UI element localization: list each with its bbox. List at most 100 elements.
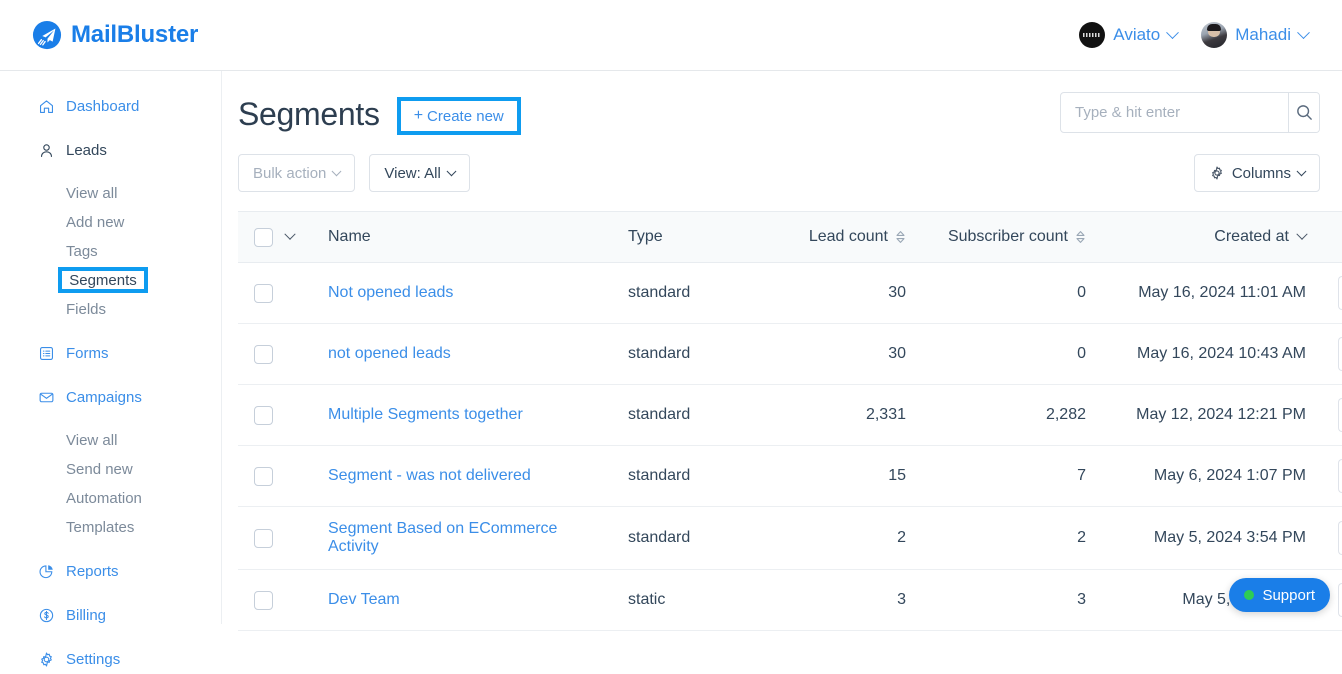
column-header-lead-count[interactable]: Lead count <box>772 212 922 263</box>
sidebar-item-segments[interactable]: Segments <box>58 267 148 293</box>
sidebar-item-billing[interactable]: Billing <box>0 600 221 630</box>
sidebar-subitem-label: Add new <box>66 214 124 231</box>
table-row[interactable]: Multiple Segments together standard 2,33… <box>238 385 1342 446</box>
sidebar-item-leads-add-new[interactable]: Add new <box>0 208 221 237</box>
user-menu-mahadi[interactable]: Mahadi <box>1201 22 1308 48</box>
sidebar-item-reports[interactable]: Reports <box>0 556 221 586</box>
row-type-cell: standard <box>612 263 772 324</box>
row-select-cell <box>238 385 312 446</box>
top-bar: MailBluster Aviato Mahadi <box>0 0 1342 71</box>
chevron-down-icon[interactable] <box>284 229 295 240</box>
sidebar-item-campaigns-view-all[interactable]: View all <box>0 426 221 455</box>
support-button[interactable]: Support <box>1229 578 1330 612</box>
row-select-cell <box>238 570 312 631</box>
segment-link[interactable]: Not opened leads <box>328 284 453 301</box>
column-header-subscriber-count[interactable]: Subscriber count <box>922 212 1102 263</box>
page-header: Segments + Create new <box>222 71 1342 135</box>
row-checkbox[interactable] <box>254 406 273 425</box>
row-actions-button[interactable] <box>1338 337 1342 371</box>
segment-link[interactable]: not opened leads <box>328 345 451 362</box>
row-name-cell: Segment Based on ECommerce Activity <box>312 507 612 570</box>
table-row[interactable]: Segment - was not delivered standard 15 … <box>238 446 1342 507</box>
sidebar-item-label: Billing <box>66 607 106 624</box>
sidebar-item-dashboard[interactable]: Dashboard <box>0 91 221 121</box>
row-type-cell: standard <box>612 385 772 446</box>
user-avatar <box>1201 22 1227 48</box>
sidebar-item-leads-view-all[interactable]: View all <box>0 179 221 208</box>
table-row[interactable]: Segment Based on ECommerce Activity stan… <box>238 507 1342 570</box>
sidebar-subitem-label: View all <box>66 185 117 202</box>
row-actions-button[interactable] <box>1338 583 1342 617</box>
dollar-circle-icon <box>38 607 55 624</box>
bulk-action-button[interactable]: Bulk action <box>238 154 355 192</box>
columns-button[interactable]: Columns <box>1194 154 1320 192</box>
sidebar-item-send-new[interactable]: Send new <box>0 455 221 484</box>
search-input[interactable] <box>1061 93 1288 132</box>
sidebar-item-forms[interactable]: Forms <box>0 338 221 368</box>
column-header-name[interactable]: Name <box>312 212 612 263</box>
sidebar-subitem-label: Send new <box>66 461 133 478</box>
row-name-cell: not opened leads <box>312 324 612 385</box>
table-row[interactable]: not opened leads standard 30 0 May 16, 2… <box>238 324 1342 385</box>
column-header-type[interactable]: Type <box>612 212 772 263</box>
brand-name: MailBluster <box>71 21 198 49</box>
create-new-button[interactable]: + Create new <box>397 97 521 135</box>
segments-table: Name Type Lead count <box>238 211 1342 631</box>
row-checkbox[interactable] <box>254 529 273 548</box>
chevron-down-icon <box>1297 166 1307 176</box>
table-body: Not opened leads standard 30 0 May 16, 2… <box>238 263 1342 631</box>
table-toolbar: Bulk action View: All Columns <box>222 135 1342 192</box>
column-header-created-at[interactable]: Created at <box>1102 212 1322 263</box>
pie-chart-icon <box>38 563 55 580</box>
row-lead-count-cell: 2,331 <box>772 385 922 446</box>
row-subscriber-count-cell: 0 <box>922 263 1102 324</box>
sidebar-item-label: Forms <box>66 345 109 362</box>
chevron-down-icon <box>332 166 342 176</box>
sidebar-item-fields[interactable]: Fields <box>0 295 221 324</box>
home-icon <box>38 98 55 115</box>
sidebar-subitem-label: Automation <box>66 490 142 507</box>
sidebar-subitem-label: Fields <box>66 301 106 318</box>
page-title: Segments <box>238 96 380 133</box>
search-button[interactable] <box>1288 93 1319 132</box>
view-filter-button[interactable]: View: All <box>369 154 469 192</box>
row-actions-button[interactable] <box>1338 398 1342 432</box>
sidebar-subitem-label: Templates <box>66 519 134 536</box>
row-select-cell <box>238 324 312 385</box>
row-lead-count-cell: 15 <box>772 446 922 507</box>
sidebar-item-campaigns[interactable]: Campaigns <box>0 382 221 412</box>
segment-link[interactable]: Segment Based on ECommerce Activity <box>328 520 557 555</box>
row-lead-count-cell: 2 <box>772 507 922 570</box>
select-all-header <box>238 212 312 263</box>
row-actions-button[interactable] <box>1338 459 1342 493</box>
row-name-cell: Segment - was not delivered <box>312 446 612 507</box>
envelope-icon <box>38 389 55 406</box>
sidebar-item-automation[interactable]: Automation <box>0 484 221 513</box>
sidebar-item-templates[interactable]: Templates <box>0 513 221 542</box>
select-all-checkbox[interactable] <box>254 228 273 247</box>
segment-link[interactable]: Segment - was not delivered <box>328 467 531 484</box>
row-checkbox[interactable] <box>254 345 273 364</box>
row-actions-cell <box>1322 324 1342 385</box>
row-actions-button[interactable] <box>1338 276 1342 310</box>
row-created-at-cell: May 5, 2024 3:54 PM <box>1102 507 1322 570</box>
account-name-mahadi: Mahadi <box>1235 25 1291 45</box>
row-name-cell: Not opened leads <box>312 263 612 324</box>
segment-link[interactable]: Dev Team <box>328 591 400 608</box>
sidebar-item-tags[interactable]: Tags <box>0 237 221 266</box>
table-row[interactable]: Dev Team static 3 3 May 5, 2024 12:3 <box>238 570 1342 631</box>
row-type-cell: standard <box>612 507 772 570</box>
brand-logo-link[interactable]: MailBluster <box>32 20 198 50</box>
row-checkbox[interactable] <box>254 284 273 303</box>
column-header-name-label: Name <box>328 228 371 245</box>
row-checkbox[interactable] <box>254 467 273 486</box>
row-lead-count-cell: 30 <box>772 324 922 385</box>
row-actions-button[interactable] <box>1338 521 1342 555</box>
account-switcher-aviato[interactable]: Aviato <box>1079 22 1177 48</box>
segment-link[interactable]: Multiple Segments together <box>328 406 523 423</box>
sidebar-item-leads[interactable]: Leads <box>0 135 221 165</box>
column-header-lead-count-label: Lead count <box>809 228 888 246</box>
table-row[interactable]: Not opened leads standard 30 0 May 16, 2… <box>238 263 1342 324</box>
sidebar-item-settings[interactable]: Settings <box>0 644 221 674</box>
row-checkbox[interactable] <box>254 591 273 610</box>
